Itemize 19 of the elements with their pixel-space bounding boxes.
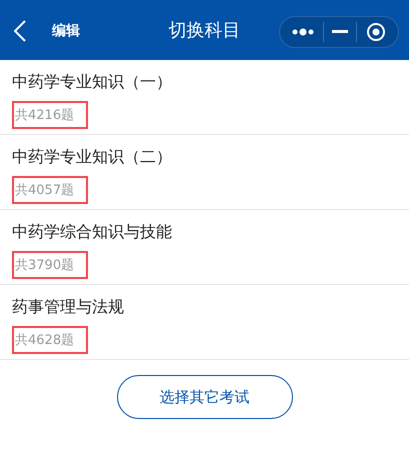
subject-item[interactable]: 中药学专业知识（一） 共4216题 xyxy=(0,60,409,135)
subject-name: 中药学综合知识与技能 xyxy=(12,222,172,243)
other-exam-button[interactable]: 选择其它考试 xyxy=(116,375,292,419)
question-count: 共3790题 xyxy=(12,251,88,279)
question-count: 共4057题 xyxy=(12,176,88,204)
back-icon[interactable] xyxy=(14,20,26,42)
question-count: 共4216题 xyxy=(12,101,88,129)
subject-name: 中药学专业知识（二） xyxy=(12,147,172,168)
subject-item[interactable]: 中药学综合知识与技能 共3790题 xyxy=(0,210,409,285)
edit-link[interactable]: 编辑 xyxy=(52,22,80,40)
subject-name: 药事管理与法规 xyxy=(12,297,124,318)
subject-name: 中药学专业知识（一） xyxy=(12,72,172,93)
more-icon[interactable] xyxy=(292,28,314,36)
subject-item[interactable]: 中药学专业知识（二） 共4057题 xyxy=(0,135,409,210)
page-title: 切换科目 xyxy=(168,19,242,42)
question-count: 共4628题 xyxy=(12,326,88,354)
minimize-icon[interactable] xyxy=(332,30,348,34)
close-icon[interactable] xyxy=(366,22,386,42)
subject-item[interactable]: 药事管理与法规 共4628题 xyxy=(0,285,409,360)
